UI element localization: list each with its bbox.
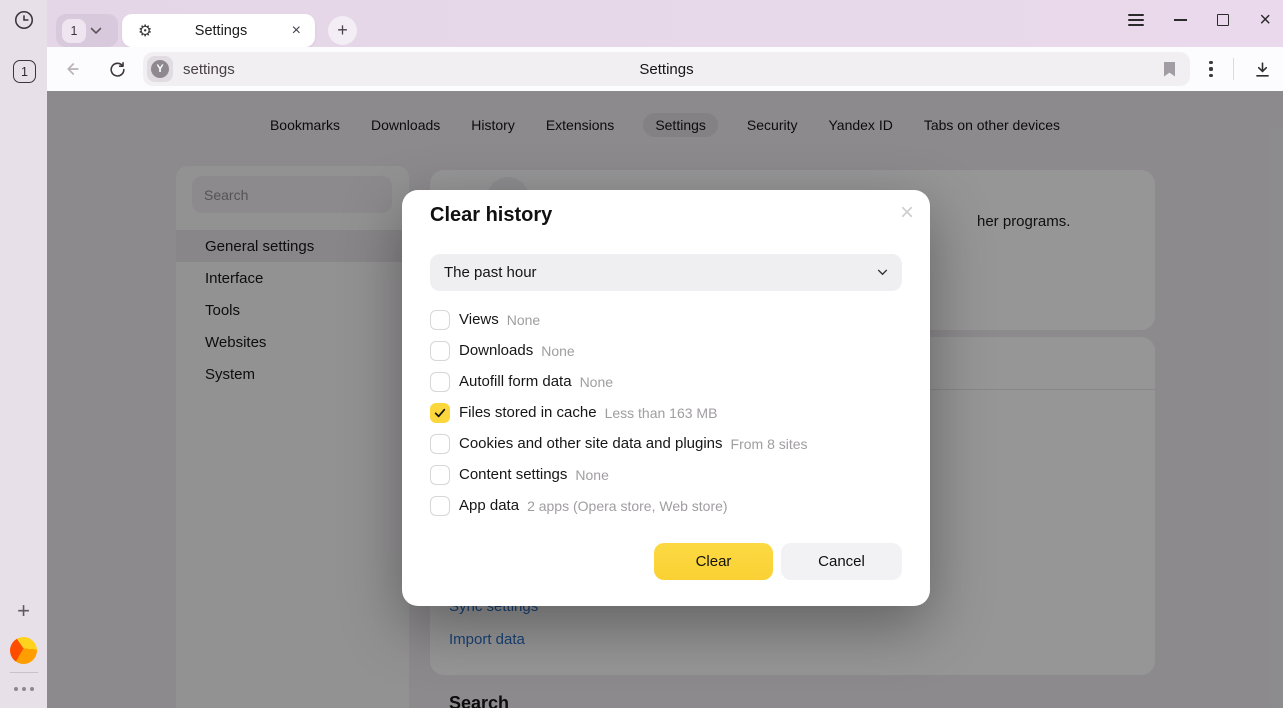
downloads-icon[interactable] <box>1249 57 1275 81</box>
option-cache[interactable]: Files stored in cache Less than 163 MB <box>430 397 902 428</box>
dialog-close-icon[interactable]: × <box>900 196 914 230</box>
tab-close-icon[interactable]: × <box>290 22 303 40</box>
rail-divider <box>10 672 38 673</box>
tab-counter-badge[interactable]: 1 <box>13 60 36 83</box>
option-cookies[interactable]: Cookies and other site data and plugins … <box>430 428 902 459</box>
checkbox[interactable] <box>430 465 450 485</box>
option-content-settings[interactable]: Content settings None <box>430 459 902 490</box>
checkbox[interactable] <box>430 434 450 454</box>
tab-group-count: 1 <box>62 19 86 43</box>
clear-button[interactable]: Clear <box>654 543 773 580</box>
tab-strip: 1 ⚙ Settings × + × <box>47 0 1283 47</box>
option-detail: None <box>580 374 613 390</box>
window-controls: × <box>1128 0 1271 40</box>
maximize-button[interactable] <box>1217 14 1229 26</box>
checkbox[interactable] <box>430 310 450 330</box>
checkbox[interactable] <box>430 496 450 516</box>
option-app-data[interactable]: App data 2 apps (Opera store, Web store) <box>430 490 902 521</box>
option-label: Cookies and other site data and plugins <box>459 435 723 452</box>
option-detail: From 8 sites <box>731 436 808 452</box>
menu-icon[interactable] <box>1128 14 1144 26</box>
tab-group-selector[interactable]: 1 <box>56 14 118 47</box>
option-downloads[interactable]: Downloads None <box>430 335 902 366</box>
chevron-down-icon <box>90 27 102 35</box>
option-views[interactable]: Views None <box>430 304 902 335</box>
option-label: Content settings <box>459 466 567 483</box>
cancel-button[interactable]: Cancel <box>781 543 902 580</box>
option-detail: None <box>541 343 574 359</box>
close-window-button[interactable]: × <box>1259 10 1271 30</box>
checkbox[interactable] <box>430 372 450 392</box>
checkbox[interactable] <box>430 341 450 361</box>
clear-history-dialog: × Clear history The past hour Views None… <box>402 190 930 606</box>
option-detail: 2 apps (Opera store, Web store) <box>527 498 728 514</box>
option-label: Downloads <box>459 342 533 359</box>
new-tab-button[interactable]: + <box>328 16 357 45</box>
reload-button[interactable] <box>105 57 129 81</box>
option-label: Autofill form data <box>459 373 572 390</box>
rail-add-icon[interactable]: + <box>0 598 47 624</box>
option-autofill[interactable]: Autofill form data None <box>430 366 902 397</box>
chevron-down-icon <box>877 269 888 276</box>
address-bar[interactable]: Y settings Settings <box>143 52 1190 86</box>
browser-toolbar: Y settings Settings <box>47 47 1283 91</box>
history-clock-icon[interactable] <box>0 8 47 32</box>
option-label: Files stored in cache <box>459 404 597 421</box>
option-label: App data <box>459 497 519 514</box>
option-detail: None <box>507 312 540 328</box>
minimize-button[interactable] <box>1174 19 1187 21</box>
tab-title: Settings <box>152 23 289 39</box>
toolbar-more-icon[interactable] <box>1203 58 1219 80</box>
option-label: Views <box>459 311 499 328</box>
page-title: Settings <box>143 61 1190 78</box>
browser-window: 1 + 1 ⚙ Settings × + × Y <box>0 0 1283 708</box>
rail-more-icon[interactable] <box>0 682 47 696</box>
tab-settings[interactable]: ⚙ Settings × <box>122 14 315 47</box>
bookmark-icon[interactable] <box>1163 62 1176 82</box>
time-period-value: The past hour <box>444 264 877 281</box>
back-button[interactable] <box>60 57 84 81</box>
toolbar-divider <box>1233 58 1234 80</box>
checkbox-checked[interactable] <box>430 403 450 423</box>
clear-options-list: Views None Downloads None Autofill form … <box>430 304 902 521</box>
dialog-title: Clear history <box>430 204 552 227</box>
time-period-select[interactable]: The past hour <box>430 254 902 291</box>
gear-icon: ⚙ <box>138 21 152 40</box>
browser-side-rail: 1 + <box>0 0 47 708</box>
option-detail: Less than 163 MB <box>605 405 718 421</box>
option-detail: None <box>575 467 608 483</box>
yandex-logo-icon[interactable] <box>0 637 47 664</box>
